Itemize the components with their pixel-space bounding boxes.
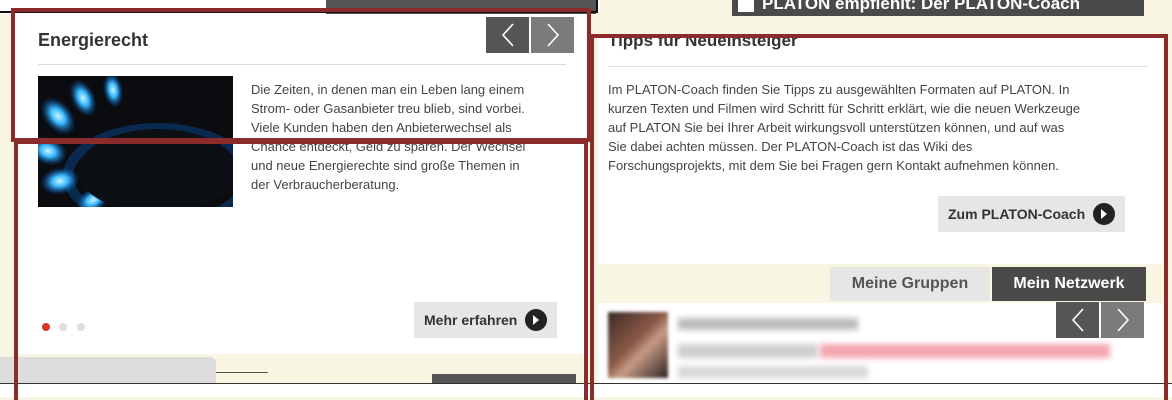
puzzle-icon: [738, 0, 754, 12]
highlight-frame-left: [14, 140, 588, 400]
highlight-frame-left-top: [11, 8, 591, 142]
coach-banner-text: PLATON empfiehlt: Der PLATON-Coach: [762, 0, 1080, 13]
coach-banner: PLATON empfiehlt: Der PLATON-Coach: [732, 0, 1144, 16]
highlight-frame-right: [590, 34, 1168, 400]
